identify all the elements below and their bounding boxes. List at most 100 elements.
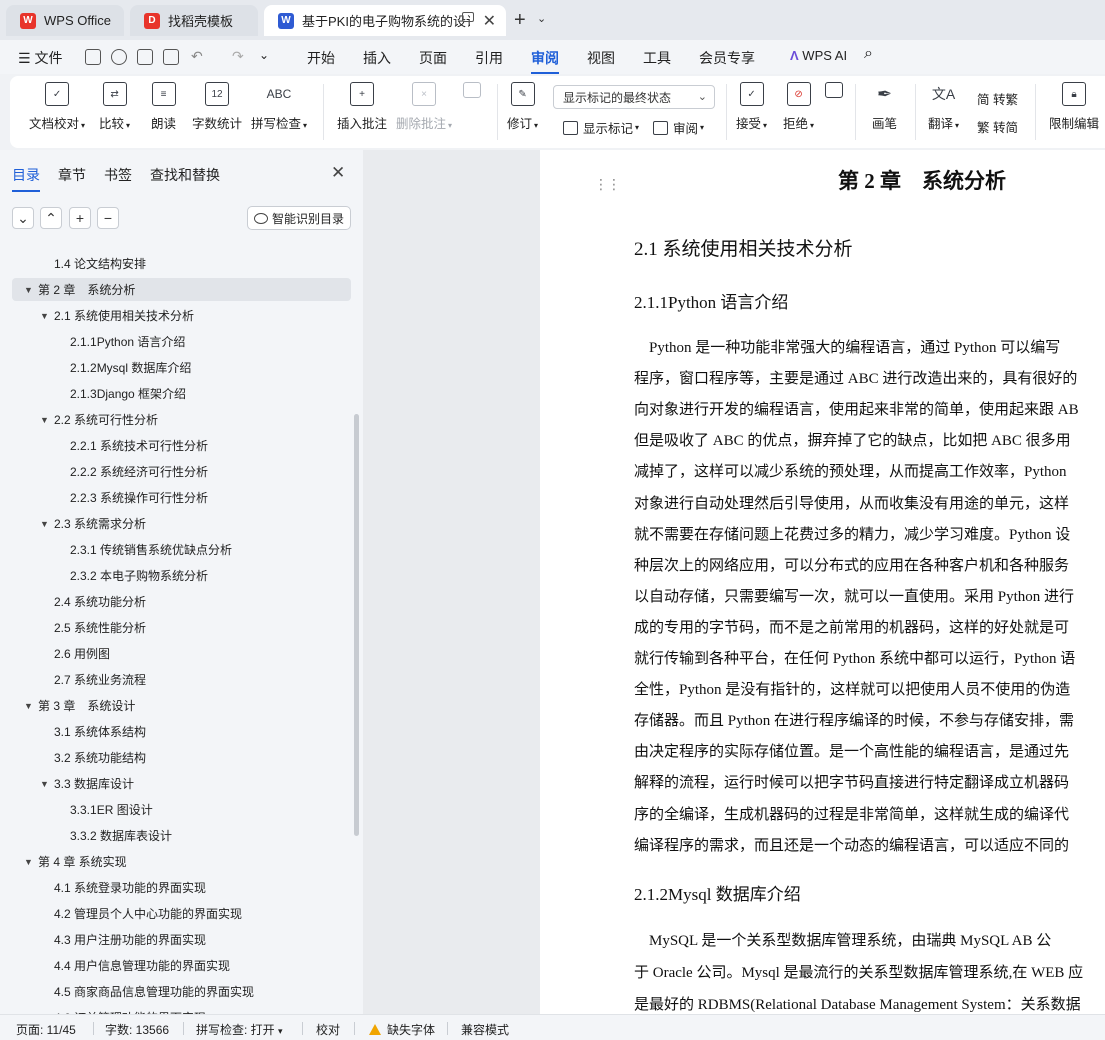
compare-button[interactable]: ⇄ 比较 ▾ [99, 82, 130, 132]
menu-start[interactable]: 开始 [307, 48, 335, 68]
expand-arrow-icon[interactable]: ▼ [40, 311, 54, 321]
undo-icon[interactable]: ↶ [191, 48, 203, 65]
redo-icon[interactable]: ↷ [232, 48, 244, 65]
toc-item[interactable]: 4.4 用户信息管理功能的界面实现 [12, 954, 351, 977]
share-icon[interactable] [111, 49, 127, 65]
restrict-edit-button[interactable]: 🔒︎ 限制编辑 [1049, 82, 1099, 132]
remove-heading-button[interactable]: − [97, 207, 119, 229]
toc-item[interactable]: 4.5 商家商品信息管理功能的界面实现 [12, 980, 351, 1003]
toc-item[interactable]: 2.1.2Mysql 数据库介绍 [12, 356, 351, 379]
spell-check-button[interactable]: ABC 拼写检查 ▾ [251, 82, 307, 132]
show-markup-button[interactable]: 显示标记 ▾ [563, 118, 639, 137]
chevron-down-icon[interactable]: ⌄ [537, 12, 546, 25]
doc-proofread-button[interactable]: ✓ 文档校对 ▾ [29, 82, 85, 132]
menu-view[interactable]: 视图 [587, 48, 615, 68]
menu-reference[interactable]: 引用 [475, 48, 503, 68]
toc-item[interactable]: ▼ 第 2 章 系统分析 [12, 278, 351, 301]
toc-item[interactable]: ▼ 第 4 章 系统实现 [12, 850, 351, 873]
toc-item[interactable]: ▼ 2.2 系统可行性分析 [12, 408, 351, 431]
prev-change-button[interactable] [825, 82, 843, 105]
toc-item[interactable]: 4.1 系统登录功能的界面实现 [12, 876, 351, 899]
page-indicator[interactable]: 页面: 11/45 [16, 1021, 76, 1038]
prev-comment-button[interactable] [463, 82, 481, 105]
menu-file[interactable]: ☰ 文件 [18, 48, 62, 68]
nav-tab-find-replace[interactable]: 查找和替换 [150, 165, 220, 185]
toc-item[interactable]: ▼ 2.3 系统需求分析 [12, 512, 351, 535]
proofread-status[interactable]: 校对 [316, 1021, 340, 1038]
accept-button[interactable]: ✓ 接受 ▾ [736, 82, 767, 132]
missing-font-status[interactable]: 缺失字体 [369, 1021, 435, 1038]
toc-item[interactable]: 2.2.2 系统经济可行性分析 [12, 460, 351, 483]
chevron-down-icon[interactable]: ⌄ [259, 48, 269, 62]
menu-insert[interactable]: 插入 [363, 48, 391, 68]
review-pane-button[interactable]: 审阅 ▾ [653, 118, 704, 137]
scrollbar[interactable] [354, 414, 359, 836]
restore-icon[interactable] [462, 12, 474, 22]
toc-item[interactable]: 2.7 系统业务流程 [12, 668, 351, 691]
menu-tools[interactable]: 工具 [643, 48, 671, 68]
close-tab-icon[interactable]: ✕ [483, 11, 496, 31]
smart-toc-button[interactable]: 智能识别目录 [247, 206, 351, 230]
menu-review[interactable]: 审阅 [531, 48, 559, 74]
toc-item[interactable]: 4.2 管理员个人中心功能的界面实现 [12, 902, 351, 925]
print-preview-icon[interactable] [163, 49, 179, 65]
toc-item[interactable]: 3.1 系统体系结构 [12, 720, 351, 743]
tab-document[interactable]: W 基于PKI的电子购物系统的设计 ✕ [264, 5, 506, 36]
expand-arrow-icon[interactable]: ▼ [24, 285, 38, 295]
save-icon[interactable] [85, 49, 101, 65]
toc-item[interactable]: 1.4 论文结构安排 [12, 252, 351, 275]
insert-comment-button[interactable]: + 插入批注 [337, 82, 387, 132]
tab-docer-templates[interactable]: D 找稻壳模板 [130, 5, 258, 36]
toc-item[interactable]: 3.3.1ER 图设计 [12, 798, 351, 821]
nav-tab-bookmarks[interactable]: 书签 [104, 165, 132, 185]
collapse-up-button[interactable]: ⌃ [40, 207, 62, 229]
revise-button[interactable]: ✎ 修订 ▾ [507, 82, 538, 132]
to-traditional-button[interactable]: 简 转繁 [977, 89, 1018, 108]
toc-item[interactable]: 2.1.1Python 语言介绍 [12, 330, 351, 353]
toc-item[interactable]: ▼ 第 3 章 系统设计 [12, 694, 351, 717]
close-icon[interactable]: ✕ [331, 163, 345, 183]
toc-item[interactable]: 2.5 系统性能分析 [12, 616, 351, 639]
toc-item[interactable]: 4.3 用户注册功能的界面实现 [12, 928, 351, 951]
toc-item[interactable]: 2.6 用例图 [12, 642, 351, 665]
expand-arrow-icon[interactable]: ▼ [40, 415, 54, 425]
wps-ai-button[interactable]: Λ WPS AI [790, 48, 847, 63]
pen-button[interactable]: ✒ 画笔 [872, 82, 897, 132]
delete-comment-button[interactable]: × 删除批注 ▾ [396, 82, 452, 132]
toc-item[interactable]: 2.4 系统功能分析 [12, 590, 351, 613]
word-count-status[interactable]: 字数: 13566 [105, 1021, 169, 1038]
toc-item[interactable]: ▼ 2.1 系统使用相关技术分析 [12, 304, 351, 327]
menu-page[interactable]: 页面 [419, 48, 447, 68]
to-simplified-button[interactable]: 繁 转简 [977, 117, 1018, 136]
toc-item[interactable]: 3.2 系统功能结构 [12, 746, 351, 769]
toc-item[interactable]: 3.3.2 数据库表设计 [12, 824, 351, 847]
expand-arrow-icon[interactable]: ▼ [24, 857, 38, 867]
spell-check-status[interactable]: 拼写检查: 打开 ▾ [196, 1021, 283, 1038]
toc-item-label: 2.1 系统使用相关技术分析 [54, 309, 195, 323]
toc-item[interactable]: 4.6 订单管理功能的界面实现 [12, 1006, 351, 1014]
toc-item[interactable]: 2.2.1 系统技术可行性分析 [12, 434, 351, 457]
reject-button[interactable]: ⊘ 拒绝 ▾ [783, 82, 814, 132]
toc-item[interactable]: 2.3.2 本电子购物系统分析 [12, 564, 351, 587]
add-heading-button[interactable]: + [69, 207, 91, 229]
translate-button[interactable]: 文A 翻译 ▾ [928, 82, 959, 132]
toc-item[interactable]: 2.1.3Django 框架介绍 [12, 382, 351, 405]
expand-arrow-icon[interactable]: ▼ [40, 519, 54, 529]
markup-state-select[interactable]: 显示标记的最终状态 ⌄ [553, 85, 715, 109]
nav-tab-toc[interactable]: 目录 [12, 165, 40, 192]
menu-member[interactable]: 会员专享 [699, 48, 755, 68]
print-icon[interactable] [137, 49, 153, 65]
expand-arrow-icon[interactable]: ▼ [24, 701, 38, 711]
toc-item[interactable]: 2.2.3 系统操作可行性分析 [12, 486, 351, 509]
read-aloud-button[interactable]: ≡ 朗读 [151, 82, 176, 132]
nav-tab-sections[interactable]: 章节 [58, 165, 86, 185]
word-count-button[interactable]: 12 字数统计 [192, 82, 242, 132]
toc-item[interactable]: 2.3.1 传统销售系统优缺点分析 [12, 538, 351, 561]
new-tab-button[interactable]: + [514, 10, 526, 30]
collapse-down-button[interactable]: ⌄ [12, 207, 34, 229]
search-icon[interactable]: ⌕ [864, 45, 873, 63]
expand-arrow-icon[interactable]: ▼ [40, 779, 54, 789]
tab-wps-office[interactable]: W WPS Office [6, 5, 124, 36]
paragraph-line: MySQL 是一个关系型数据库管理系统，由瑞典 MySQL AB 公 [634, 933, 1052, 949]
toc-item[interactable]: ▼ 3.3 数据库设计 [12, 772, 351, 795]
